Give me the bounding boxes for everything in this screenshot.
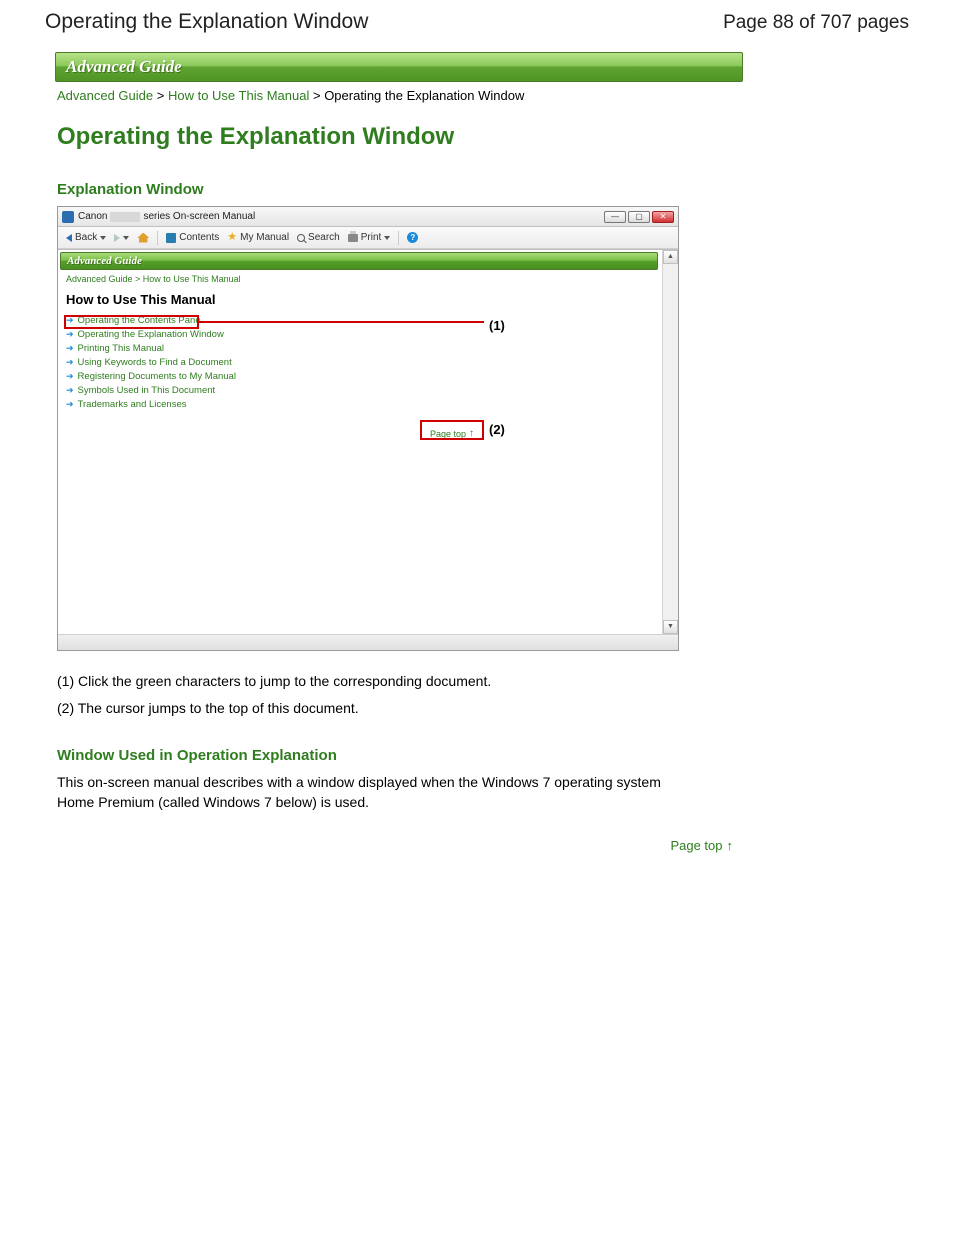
- mini-link[interactable]: ➔ Printing This Manual: [66, 343, 662, 354]
- section2-body: This on-screen manual describes with a w…: [57, 772, 677, 813]
- arrow-left-icon: [66, 234, 72, 242]
- section-heading-explanation-window: Explanation Window: [57, 181, 743, 198]
- mini-link-label: Symbols Used in This Document: [78, 385, 216, 396]
- search-icon: [297, 234, 305, 242]
- back-button[interactable]: Back: [64, 232, 108, 243]
- print-icon: [348, 234, 358, 242]
- titlebar-text-prefix: Canon: [78, 211, 107, 222]
- callout-line-1: [199, 321, 484, 323]
- mini-link[interactable]: ➔ Symbols Used in This Document: [66, 385, 662, 396]
- arrow-right-icon: ➔: [66, 399, 74, 410]
- my-manual-button[interactable]: ★ My Manual: [225, 232, 291, 243]
- arrow-up-icon: ↑: [469, 428, 474, 439]
- notes: (1) Click the green characters to jump t…: [57, 671, 743, 719]
- chevron-down-icon: [100, 236, 106, 240]
- forward-button[interactable]: [112, 234, 131, 242]
- breadcrumb: Advanced Guide > How to Use This Manual …: [57, 88, 743, 103]
- search-label: Search: [308, 232, 340, 243]
- mini-breadcrumb: Advanced Guide > How to Use This Manual: [66, 274, 662, 284]
- search-button[interactable]: Search: [295, 232, 342, 243]
- advanced-guide-banner: Advanced Guide: [55, 52, 743, 82]
- breadcrumb-link-how-to-use[interactable]: How to Use This Manual: [168, 88, 309, 103]
- vertical-scrollbar[interactable]: ▲ ▼: [662, 250, 678, 634]
- breadcrumb-current: Operating the Explanation Window: [324, 88, 524, 103]
- arrow-right-icon: [114, 234, 120, 242]
- banner-text: Advanced Guide: [66, 57, 182, 77]
- book-icon: [166, 233, 176, 243]
- minimize-button[interactable]: —: [604, 211, 626, 223]
- mini-link[interactable]: ➔ Using Keywords to Find a Document: [66, 357, 662, 368]
- mini-link-list: ➔ Operating the Contents Pane ➔ Operating …: [66, 315, 662, 410]
- app-icon: [62, 211, 74, 223]
- content-pane: Advanced Guide Advanced Guide > How to U…: [58, 250, 662, 634]
- chevron-down-icon: [384, 236, 390, 240]
- chevron-down-icon: [123, 236, 129, 240]
- mini-link-label: Operating the Contents Pane: [78, 315, 201, 326]
- help-button[interactable]: ?: [405, 232, 420, 243]
- arrow-right-icon: ➔: [66, 315, 74, 326]
- mini-link-label: Using Keywords to Find a Document: [78, 357, 232, 368]
- back-label: Back: [75, 232, 97, 243]
- page-title: Operating the Explanation Window: [57, 123, 743, 151]
- mini-link-label: Printing This Manual: [78, 343, 164, 354]
- star-icon: ★: [227, 232, 237, 243]
- mini-heading: How to Use This Manual: [66, 292, 662, 307]
- mini-page-top-label: Page top: [430, 429, 466, 439]
- home-button[interactable]: [135, 233, 151, 243]
- my-manual-label: My Manual: [240, 232, 289, 243]
- mini-page-top[interactable]: Page top ↑: [430, 428, 474, 439]
- mini-link[interactable]: ➔ Trademarks and Licenses: [66, 399, 662, 410]
- page-header: Operating the Explanation Window Page 88…: [45, 10, 909, 34]
- scroll-down-button[interactable]: ▼: [663, 620, 678, 634]
- contents-label: Contents: [179, 232, 219, 243]
- separator: [157, 231, 158, 245]
- callout-1: (1): [489, 318, 505, 333]
- arrow-right-icon: ➔: [66, 357, 74, 368]
- contents-button[interactable]: Contents: [164, 232, 221, 243]
- titlebar-mask: [110, 212, 140, 222]
- print-button[interactable]: Print: [346, 232, 393, 243]
- home-icon: [137, 233, 149, 243]
- page-top-label: Page top: [670, 838, 722, 853]
- header-title: Operating the Explanation Window: [45, 10, 368, 34]
- note-2: (2) The cursor jumps to the top of this …: [57, 698, 743, 719]
- titlebar-text-suffix: series On-screen Manual: [143, 211, 255, 222]
- page-indicator: Page 88 of 707 pages: [723, 12, 909, 34]
- mini-link-label: Operating the Explanation Window: [78, 329, 224, 340]
- maximize-button[interactable]: ▢: [628, 211, 650, 223]
- separator: [398, 231, 399, 245]
- toolbar: Back Contents: [58, 227, 678, 249]
- page-top-link[interactable]: Page top ↑: [670, 838, 733, 853]
- section-heading-window-used: Window Used in Operation Explanation: [57, 747, 743, 764]
- arrow-up-icon: ↑: [727, 838, 734, 853]
- mini-link-label: Registering Documents to My Manual: [78, 371, 236, 382]
- mini-banner: Advanced Guide: [60, 252, 658, 270]
- mini-link[interactable]: ➔ Registering Documents to My Manual: [66, 371, 662, 382]
- status-bar: [58, 634, 678, 650]
- mini-link-label: Trademarks and Licenses: [78, 399, 187, 410]
- mini-link[interactable]: ➔ Operating the Explanation Window: [66, 329, 662, 340]
- note-1: (1) Click the green characters to jump t…: [57, 671, 743, 692]
- arrow-right-icon: ➔: [66, 371, 74, 382]
- screenshot-figure: Canon series On-screen Manual — ▢ ✕ Back: [57, 206, 679, 651]
- breadcrumb-sep: >: [157, 88, 168, 103]
- scroll-up-button[interactable]: ▲: [663, 250, 678, 264]
- window-titlebar: Canon series On-screen Manual — ▢ ✕: [58, 207, 678, 227]
- callout-2: (2): [489, 422, 505, 437]
- arrow-right-icon: ➔: [66, 343, 74, 354]
- scroll-track[interactable]: [663, 264, 678, 620]
- breadcrumb-sep: >: [313, 88, 324, 103]
- print-label: Print: [361, 232, 382, 243]
- close-button[interactable]: ✕: [652, 211, 674, 223]
- arrow-right-icon: ➔: [66, 329, 74, 340]
- breadcrumb-link-advanced-guide[interactable]: Advanced Guide: [57, 88, 153, 103]
- arrow-right-icon: ➔: [66, 385, 74, 396]
- help-icon: ?: [407, 232, 418, 243]
